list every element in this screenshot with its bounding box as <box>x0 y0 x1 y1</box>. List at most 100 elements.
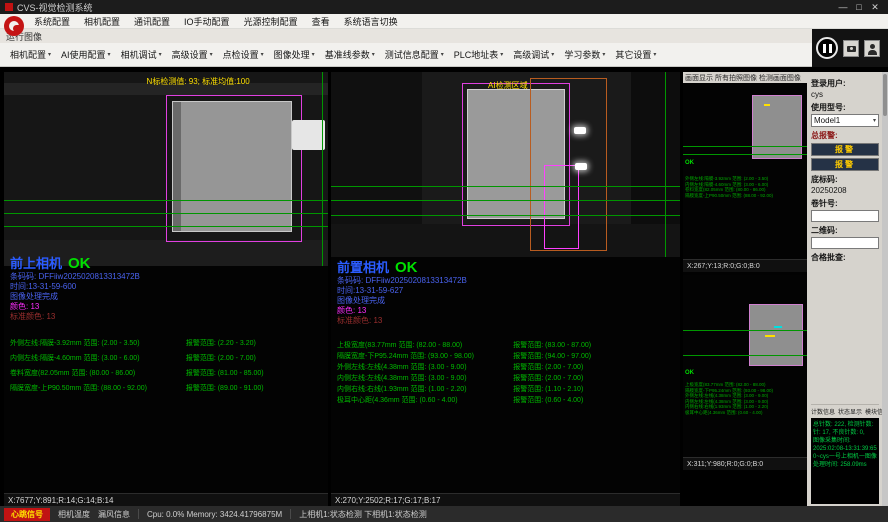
model-value: Model1 <box>814 116 840 125</box>
alarm-indicator: 报警 <box>811 143 879 156</box>
toolbar-item[interactable]: 相机配置 ▾ <box>5 48 56 61</box>
divider <box>290 509 291 519</box>
chevron-down-icon: ▾ <box>441 51 444 58</box>
color-text: 颜色: 13 <box>337 306 676 316</box>
leak-info-label: 漏风信息 <box>98 509 130 520</box>
camera-image-right[interactable]: AI检测区域 前置相机 OK 条码码: DFFiiw20250208133134… <box>331 72 680 493</box>
stats-tab[interactable]: 状态显示 <box>838 407 862 416</box>
toolbar-item[interactable]: 测试信息配置 ▾ <box>380 48 449 61</box>
user-label: 登录用户: <box>811 78 879 89</box>
menu-item[interactable]: 系统配置 <box>27 15 77 28</box>
coordinate-bar-thumb2: X:311;Y:980;R:0;G:0;B:0 <box>683 457 807 470</box>
measurement-value: 隔膜宽度-下P95.24mm 范围: (93.00 - 98.00) <box>337 353 474 360</box>
roi-outline-small <box>544 165 579 249</box>
measurement-row: 外侧左线:左线(4.38mm 范围: (3.00 - 9.00) 报警范围: (… <box>337 362 676 373</box>
user-value: cys <box>811 90 879 99</box>
alarm-range: 报警范围: (94.00 - 97.00) <box>513 351 591 362</box>
thumbnail-top-image[interactable]: OK 外侧左线:隔膜-3.92mm 范围: (2.00 - 3.50)内侧左线:… <box>683 83 807 259</box>
result-ok-label: OK <box>68 255 91 272</box>
pixel-coordinates: X:311;Y:980;R:0;G:0;B:0 <box>687 461 763 468</box>
alarm-range: 报警范围: (81.00 - 85.00) <box>186 366 264 381</box>
time-text: 时间:13-31-59-600 <box>10 282 324 292</box>
toolbar-item[interactable]: PLC地址表 ▾ <box>449 48 509 61</box>
measure-line <box>683 330 807 331</box>
view-mode-header[interactable]: 画面显示 所有拍照图像 检测画面图像 <box>683 72 807 83</box>
chevron-down-icon: ▾ <box>261 51 264 58</box>
toolbar-item-label: 相机配置 <box>10 48 46 61</box>
chevron-down-icon: ▾ <box>159 51 162 58</box>
thumbnail-top[interactable]: OK 外侧左线:隔膜-3.92mm 范围: (2.00 - 3.50)内侧左线:… <box>683 83 807 272</box>
sidebar-scrollbar[interactable] <box>882 72 888 506</box>
measurement-row: 上极宽度(83.77mm 范围: (82.00 - 88.00) 报警范围: (… <box>337 340 676 351</box>
thumbnail-measurements: 上极宽度(83.77mm 范围: (82.00 - 88.00)隔膜宽度-下P9… <box>685 382 805 415</box>
toolbar-item-label: 其它设置 <box>615 48 651 61</box>
toolbar-item-label: 相机调试 <box>121 48 157 61</box>
qr-input[interactable] <box>811 237 879 249</box>
measure-line <box>4 213 328 214</box>
toolbar-item[interactable]: 相机调试 ▾ <box>116 48 167 61</box>
measure-line <box>683 146 807 147</box>
chevron-down-icon: ▾ <box>500 51 503 58</box>
menu-item[interactable]: 光源控制配置 <box>237 15 305 28</box>
color-ref-text: 标准颜色: 13 <box>337 316 676 326</box>
measurement-value: 极耳中心距(4.36mm 范围: (0.60 - 4.00) <box>685 410 805 416</box>
result-ok-label: OK <box>395 259 418 276</box>
chevron-down-icon: ▾ <box>372 51 375 58</box>
result-ok-label: OK <box>685 370 694 376</box>
measurement-value: 外侧左线:左线(4.38mm 范围: (3.00 - 9.00) <box>337 364 467 371</box>
measure-line <box>331 186 680 187</box>
pause-button[interactable] <box>816 37 838 59</box>
measurement-value: 外侧左线:隔膜-3.92mm 范围: (2.00 - 3.50) <box>10 340 140 347</box>
camera-view-left: N标检测值: 93; 标准均值:100 前上相机 OK 条码码: DFFiiw2… <box>4 72 328 506</box>
toolbar-item[interactable]: 其它设置 ▾ <box>610 48 661 61</box>
chevron-down-icon: ▾ <box>48 51 51 58</box>
cpu-memory-text: Cpu: 0.0% Memory: 3424.41796875M <box>147 510 282 519</box>
camera-status-text: 上相机1:状态检测 下相机1:状态检测 <box>299 509 427 520</box>
chevron-down-icon: ▾ <box>551 51 554 58</box>
toolbar-item[interactable]: 学习参数 ▾ <box>559 48 610 61</box>
thumbnail-bottom-image[interactable]: OK 上极宽度(83.77mm 范围: (82.00 - 88.00)隔膜宽度-… <box>683 275 807 457</box>
measure-line <box>683 154 807 155</box>
machine-band <box>331 224 680 258</box>
header-controls <box>812 29 888 67</box>
camera-image-left[interactable]: N标检测值: 93; 标准均值:100 前上相机 OK 条码码: DFFiiw2… <box>4 72 328 493</box>
toolbar-item[interactable]: 图像处理 ▾ <box>269 48 320 61</box>
highlight-spot <box>574 127 586 134</box>
result-overlay-left: 前上相机 OK 条码码: DFFiiw2025020813313472B 时间:… <box>10 253 324 396</box>
toolbar-item[interactable]: 高级设置 ▾ <box>167 48 218 61</box>
scrollbar-thumb[interactable] <box>883 74 887 116</box>
toolbar-item[interactable]: 点检设置 ▾ <box>218 48 269 61</box>
toolbar-item[interactable]: 高级调试 ▾ <box>508 48 559 61</box>
measurement-value: 内侧左线:隔膜-4.60mm 范围: (3.00 - 6.00) <box>10 355 140 362</box>
toolbar-item-label: 基准线参数 <box>325 48 370 61</box>
model-select[interactable]: Model1 ▾ <box>811 114 879 127</box>
color-text: 颜色: 13 <box>10 302 324 312</box>
menu-item[interactable]: 通讯配置 <box>127 15 177 28</box>
toolbar-item-label: 点检设置 <box>223 48 259 61</box>
heartbeat-badge: 心跳信号 <box>4 508 50 521</box>
toolbar-item-label: 高级调试 <box>513 48 549 61</box>
menu-item[interactable]: 系统语言切换 <box>337 15 405 28</box>
user-button[interactable] <box>864 40 880 57</box>
minimize-button[interactable]: — <box>835 2 851 12</box>
menu-item[interactable]: IO手动配置 <box>177 15 237 28</box>
toolbar-item-label: 测试信息配置 <box>385 48 439 61</box>
thumbnail-bottom[interactable]: OK 上极宽度(83.77mm 范围: (82.00 - 88.00)隔膜宽度-… <box>683 272 807 470</box>
roll-number-input[interactable] <box>811 210 879 222</box>
stats-line: 针: 17, 不良针数: 0, <box>813 429 877 437</box>
component-edge <box>173 102 180 231</box>
camera-temp-label: 相机温度 <box>58 509 90 520</box>
connector-part <box>292 120 324 149</box>
toolbar-item[interactable]: 基准线参数 ▾ <box>320 48 380 61</box>
close-button[interactable]: ✕ <box>867 2 883 13</box>
pause-icon <box>829 44 832 53</box>
menu-item[interactable]: 查看 <box>305 15 337 28</box>
camera-button[interactable] <box>843 40 859 57</box>
maximize-button[interactable]: □ <box>851 2 867 12</box>
toolbar-item[interactable]: AI使用配置 ▾ <box>56 48 116 61</box>
stats-tab[interactable]: 计数信息 <box>811 407 835 416</box>
alarm-range: 报警范围: (89.00 - 91.00) <box>186 381 264 396</box>
chevron-down-icon: ▾ <box>873 117 876 124</box>
toolbar-item-label: AI使用配置 <box>61 48 106 61</box>
menu-item[interactable]: 相机配置 <box>77 15 127 28</box>
